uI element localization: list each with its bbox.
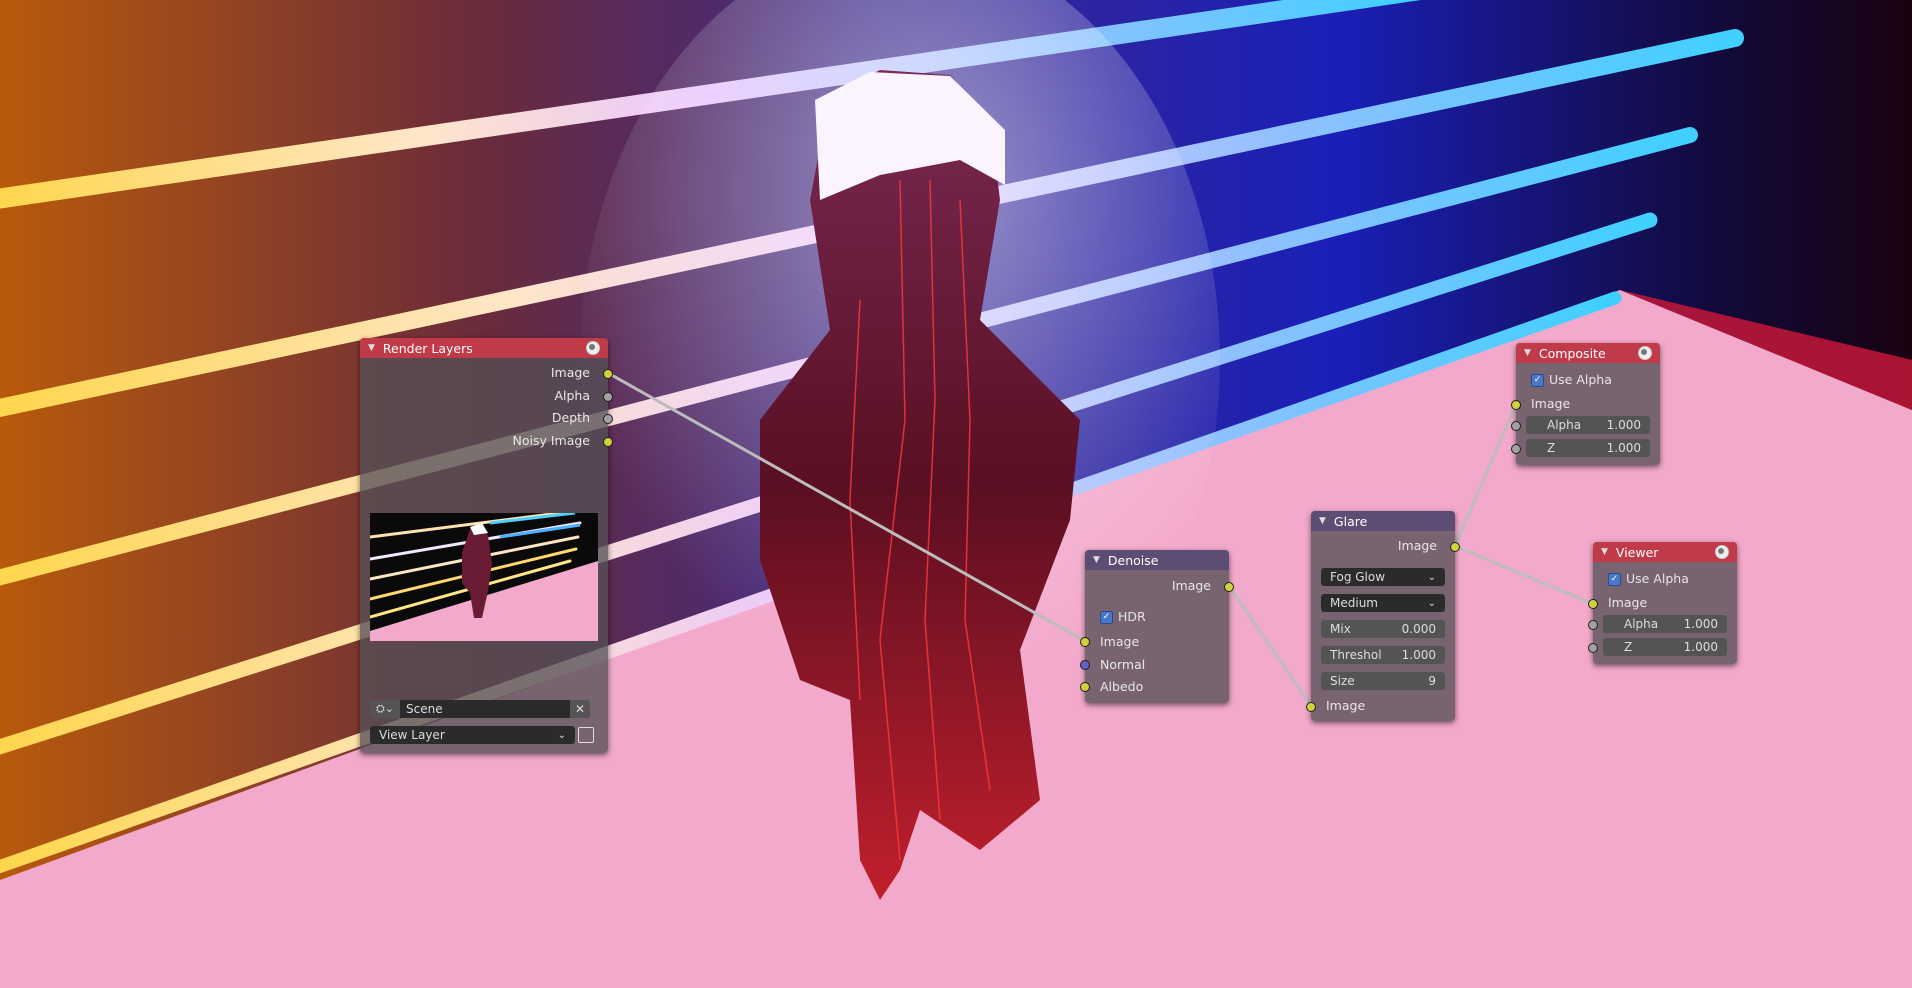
output-alpha-label: Alpha [554, 388, 590, 403]
scene-name[interactable]: Scene [400, 700, 570, 718]
render-icon[interactable] [1715, 545, 1729, 559]
alpha-field[interactable]: Alpha 1.000 [1603, 615, 1727, 633]
output-image-socket[interactable] [1224, 582, 1234, 592]
backdrop-render-image [0, 0, 1912, 988]
collapse-icon[interactable]: ▼ [1093, 555, 1100, 565]
input-image-socket[interactable] [1511, 400, 1521, 410]
glare-type-value: Fog Glow [1330, 570, 1386, 584]
glare-header[interactable]: ▼ Glare [1311, 511, 1455, 531]
input-normal-socket[interactable] [1080, 660, 1090, 670]
view-layer-dropdown[interactable]: View Layer ⌄ [370, 726, 575, 744]
mix-value: 0.000 [1401, 622, 1436, 636]
output-image-label: Image [1397, 538, 1437, 553]
threshold-field[interactable]: Threshol 1.000 [1321, 646, 1445, 664]
alpha-label: Alpha [1624, 617, 1659, 631]
chevron-down-icon: ⌄ [557, 729, 566, 741]
node-title: Glare [1333, 513, 1368, 529]
viewer-header[interactable]: ▼ Viewer [1593, 542, 1737, 562]
use-alpha-checkbox[interactable]: ✓ [1531, 374, 1544, 387]
z-field[interactable]: Z 1.000 [1603, 638, 1727, 656]
node-title: Composite [1538, 345, 1606, 361]
output-image-socket[interactable] [603, 369, 613, 379]
input-image-socket[interactable] [1080, 637, 1090, 647]
hdr-label: HDR [1118, 609, 1146, 624]
render-layers-header[interactable]: ▼ Render Layers [360, 338, 608, 358]
view-layer-value: View Layer [379, 728, 445, 742]
view-layer-icon[interactable] [578, 727, 594, 743]
input-alpha-socket[interactable] [1588, 620, 1598, 630]
hdr-checkbox[interactable]: ✓ [1100, 611, 1113, 624]
z-label: Z [1547, 441, 1556, 455]
clear-scene-icon[interactable]: ✕ [570, 702, 590, 716]
node-title: Viewer [1615, 544, 1659, 560]
alpha-label: Alpha [1547, 418, 1582, 432]
alpha-field[interactable]: Alpha 1.000 [1526, 416, 1650, 434]
output-image-label: Image [550, 365, 590, 380]
chevron-down-icon: ⌄ [1427, 571, 1436, 583]
input-image-label: Image [1608, 595, 1648, 610]
input-image-socket[interactable] [1588, 599, 1598, 609]
input-albedo-socket[interactable] [1080, 682, 1090, 692]
z-label: Z [1624, 640, 1633, 654]
chevron-down-icon: ⌄ [1427, 597, 1436, 609]
render-icon[interactable] [586, 341, 600, 355]
quality-value: Medium [1330, 596, 1378, 610]
input-image-label: Image [1326, 698, 1366, 713]
mix-field[interactable]: Mix 0.000 [1321, 620, 1445, 638]
output-alpha-socket[interactable] [603, 392, 613, 402]
threshold-value: 1.000 [1401, 648, 1436, 662]
denoise-header[interactable]: ▼ Denoise [1085, 550, 1229, 570]
alpha-value: 1.000 [1683, 617, 1718, 631]
size-label: Size [1330, 674, 1355, 688]
scene-icon[interactable]: ⛭⌄ [370, 702, 400, 716]
input-image-label: Image [1100, 634, 1140, 649]
render-icon[interactable] [1638, 346, 1652, 360]
input-z-socket[interactable] [1588, 643, 1598, 653]
threshold-label: Threshol [1330, 648, 1382, 662]
output-noisy-image-label: Noisy Image [512, 433, 590, 448]
viewer-node[interactable]: ▼ Viewer ✓ Use Alpha Image Alpha 1.000 Z… [1588, 542, 1737, 664]
z-field[interactable]: Z 1.000 [1526, 439, 1650, 457]
output-depth-label: Depth [551, 410, 590, 425]
input-alpha-socket[interactable] [1511, 421, 1521, 431]
glare-type-dropdown[interactable]: Fog Glow ⌄ [1321, 568, 1445, 586]
mix-label: Mix [1330, 622, 1351, 636]
collapse-icon[interactable]: ▼ [1601, 547, 1608, 557]
output-image-socket[interactable] [1450, 542, 1460, 552]
z-value: 1.000 [1683, 640, 1718, 654]
use-alpha-label: Use Alpha [1626, 571, 1689, 586]
denoise-node[interactable]: ▼ Denoise Image ✓ HDR Image Normal Albed… [1080, 550, 1234, 703]
alpha-value: 1.000 [1606, 418, 1641, 432]
collapse-icon[interactable]: ▼ [1319, 516, 1326, 526]
input-normal-label: Normal [1100, 657, 1146, 672]
input-image-socket[interactable] [1306, 702, 1316, 712]
input-albedo-label: Albedo [1100, 679, 1144, 694]
output-noisy-image-socket[interactable] [603, 437, 613, 447]
size-value: 9 [1428, 674, 1436, 688]
scene-selector[interactable]: ⛭⌄ Scene ✕ [370, 700, 590, 718]
glare-node[interactable]: ▼ Glare Image Fog Glow ⌄ Medium ⌄ Mix 0.… [1306, 511, 1460, 721]
node-title: Render Layers [382, 340, 473, 356]
use-alpha-label: Use Alpha [1549, 372, 1612, 387]
composite-header[interactable]: ▼ Composite [1516, 343, 1660, 363]
output-image-label: Image [1171, 578, 1211, 593]
size-field[interactable]: Size 9 [1321, 672, 1445, 690]
collapse-icon[interactable]: ▼ [1524, 348, 1531, 358]
render-layers-node[interactable]: ▼ Render Layers Image Alpha Depth Noisy … [360, 338, 613, 753]
quality-dropdown[interactable]: Medium ⌄ [1321, 594, 1445, 612]
collapse-icon[interactable]: ▼ [368, 343, 375, 353]
node-title: Denoise [1107, 552, 1159, 568]
output-depth-socket[interactable] [603, 414, 613, 424]
use-alpha-checkbox[interactable]: ✓ [1608, 573, 1621, 586]
composite-node[interactable]: ▼ Composite ✓ Use Alpha Image Alpha 1.00… [1511, 343, 1660, 465]
input-image-label: Image [1531, 396, 1571, 411]
z-value: 1.000 [1606, 441, 1641, 455]
render-preview-thumbnail [370, 513, 598, 641]
input-z-socket[interactable] [1511, 444, 1521, 454]
